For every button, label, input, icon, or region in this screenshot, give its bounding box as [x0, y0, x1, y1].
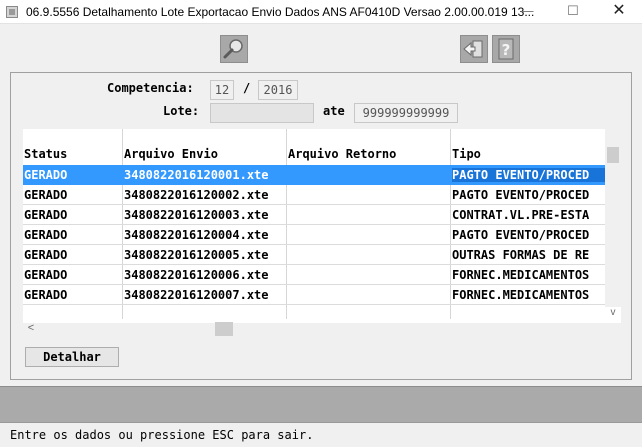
vertical-scroll-thumb[interactable] [607, 147, 619, 163]
minimize-button[interactable]: — [504, 0, 550, 24]
cell-arquivo-envio: 3480822016120003.xte [124, 208, 269, 222]
app-icon [6, 6, 18, 18]
cell-arquivo-envio: 3480822016120001.xte [124, 168, 269, 182]
competencia-year-field[interactable]: 2016 [258, 80, 298, 100]
column-header-arquivo-envio[interactable]: Arquivo Envio [124, 147, 218, 161]
table-row[interactable]: GERADO 3480822016120004.xte PAGTO EVENTO… [23, 225, 605, 245]
cell-arquivo-envio: 3480822016120007.xte [124, 288, 269, 302]
lote-end-field[interactable]: 999999999999 [354, 103, 458, 123]
cell-status: GERADO [24, 228, 68, 242]
lote-start-field[interactable] [210, 103, 314, 123]
table-row[interactable]: GERADO 3480822016120003.xte CONTRAT.VL.P… [23, 205, 605, 225]
column-header-arquivo-retorno[interactable]: Arquivo Retorno [288, 147, 396, 161]
exit-icon [463, 40, 483, 58]
cell-tipo: PAGTO EVENTO/PROCED [452, 168, 605, 182]
svg-text:?: ? [502, 41, 511, 59]
cell-tipo: PAGTO EVENTO/PROCED [452, 188, 590, 202]
column-header-status[interactable]: Status [24, 147, 67, 161]
search-button[interactable] [220, 35, 248, 63]
cell-tipo: OUTRAS FORMAS DE RE [452, 248, 590, 262]
cell-status: GERADO [24, 248, 68, 262]
lote-grid[interactable]: Status Arquivo Envio Arquivo Retorno Tip… [23, 129, 621, 336]
cell-status: GERADO [24, 168, 68, 182]
status-message: Entre os dados ou pressione ESC para sai… [10, 428, 314, 442]
message-area [0, 386, 642, 422]
cell-tipo: FORNEC.MEDICAMENTOS [452, 268, 590, 282]
table-row[interactable]: GERADO 3480822016120005.xte OUTRAS FORMA… [23, 245, 605, 265]
detalhar-button[interactable]: Detalhar [25, 347, 119, 367]
search-icon [223, 39, 243, 59]
competencia-separator: / [243, 81, 251, 95]
competencia-month-field[interactable]: 12 [210, 80, 234, 100]
main-panel: Competencia: 12 / 2016 Lote: ate 9999999… [10, 72, 632, 380]
title-bar: 06.9.5556 Detalhamento Lote Exportacao E… [0, 0, 642, 24]
cell-arquivo-envio: 3480822016120004.xte [124, 228, 269, 242]
cell-tipo: CONTRAT.VL.PRE-ESTA [452, 208, 590, 222]
window-title: 06.9.5556 Detalhamento Lote Exportacao E… [26, 5, 535, 19]
cell-status: GERADO [24, 188, 68, 202]
cell-arquivo-envio: 3480822016120002.xte [124, 188, 269, 202]
table-row[interactable]: GERADO 3480822016120006.xte FORNEC.MEDIC… [23, 265, 605, 285]
help-icon: ? [498, 38, 514, 60]
scroll-left-arrow[interactable]: < [23, 321, 39, 337]
close-button[interactable]: ✕ [596, 0, 642, 24]
maximize-button[interactable]: ☐ [550, 0, 596, 24]
cell-status: GERADO [24, 268, 68, 282]
cell-arquivo-envio: 3480822016120006.xte [124, 268, 269, 282]
cell-tipo: FORNEC.MEDICAMENTOS [452, 288, 590, 302]
cell-tipo: PAGTO EVENTO/PROCED [452, 228, 590, 242]
help-button[interactable]: ? [492, 35, 520, 63]
cell-status: GERADO [24, 208, 68, 222]
cell-status: GERADO [24, 288, 68, 302]
scroll-down-arrow[interactable]: v [605, 305, 621, 321]
column-header-tipo[interactable]: Tipo [452, 147, 481, 161]
status-bar: Entre os dados ou pressione ESC para sai… [0, 422, 642, 447]
table-row[interactable]: GERADO 3480822016120007.xte FORNEC.MEDIC… [23, 285, 605, 305]
table-row[interactable]: GERADO 3480822016120002.xte PAGTO EVENTO… [23, 185, 605, 205]
lote-label: Lote: [163, 104, 200, 118]
ate-label: ate [323, 104, 345, 118]
cell-arquivo-envio: 3480822016120005.xte [124, 248, 269, 262]
competencia-label: Competencia: [107, 81, 194, 95]
horizontal-scroll-thumb[interactable] [215, 322, 233, 336]
exit-button[interactable] [460, 35, 488, 63]
table-row[interactable]: GERADO 3480822016120001.xte PAGTO EVENTO… [23, 165, 605, 185]
vertical-scrollbar[interactable]: v [605, 129, 621, 318]
horizontal-scrollbar[interactable]: < [23, 321, 605, 337]
toolbar: ? [0, 24, 642, 70]
